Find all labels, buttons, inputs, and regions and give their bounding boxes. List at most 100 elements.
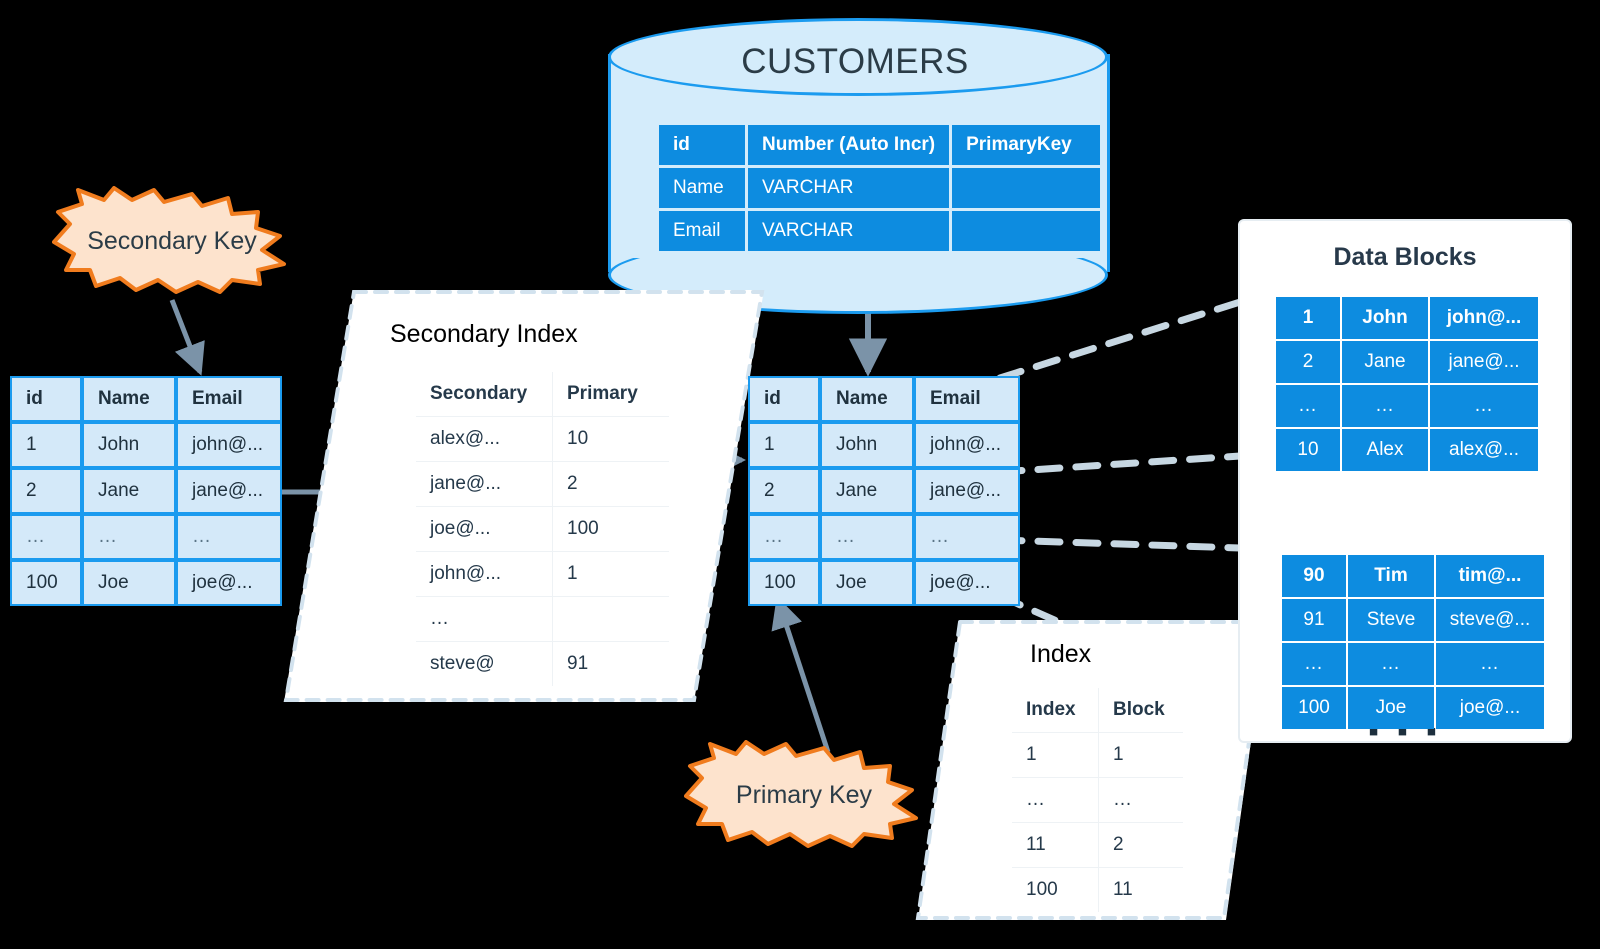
index-table-cell: 1: [1098, 732, 1183, 778]
dashed-link-2: [996, 452, 1244, 476]
middle-table-cell: jane@...: [914, 468, 1020, 514]
block2-cell: 90: [1282, 555, 1346, 597]
block2-cell: 100: [1282, 687, 1346, 729]
middle-table-cell: Joe: [820, 560, 914, 606]
customers-cell: Email: [659, 211, 745, 251]
left-table-cell: 1: [10, 422, 82, 468]
block2-cell: Joe: [1348, 687, 1434, 729]
block1-cell: Jane: [1342, 341, 1428, 383]
left-table-header: Email: [176, 376, 282, 422]
index-table-cell: …: [1098, 777, 1183, 823]
index-table-cell: 2: [1098, 822, 1183, 868]
table-row: 100 11: [1012, 867, 1183, 912]
secondary-index-cell: 100: [552, 506, 669, 552]
index-table-header: Block: [1098, 688, 1183, 733]
block2-cell: Tim: [1348, 555, 1434, 597]
middle-table-cell: joe@...: [914, 560, 1020, 606]
block1-cell: John: [1342, 297, 1428, 339]
secondary-index-cell: alex@...: [416, 416, 553, 462]
table-row: … … …: [10, 514, 282, 560]
customers-cell: id: [659, 125, 745, 165]
secondary-index-header: Secondary: [416, 372, 553, 417]
primary-key-label: Primary Key: [735, 780, 873, 809]
secondary-index-cell: 91: [567, 653, 589, 674]
left-table-cell: 100: [10, 560, 82, 606]
customers-cylinder: CUSTOMERS id Number (Auto Incr) PrimaryK…: [608, 18, 1110, 314]
index-table-cell: …: [1012, 777, 1099, 823]
left-table-cell: jane@...: [176, 468, 282, 514]
middle-table-cell: …: [820, 514, 914, 560]
arrow-secondarykey-to-left-table: [169, 299, 205, 376]
index-table-cell: 11: [1012, 822, 1099, 868]
customers-cell: VARCHAR: [748, 211, 950, 251]
secondary-index-cell: 10: [552, 416, 669, 462]
middle-table-header: Name: [820, 376, 914, 422]
diagram-canvas: CUSTOMERS id Number (Auto Incr) PrimaryK…: [0, 0, 1600, 949]
table-row: id Number (Auto Incr) PrimaryKey: [659, 125, 1101, 165]
table-row: 10 Alex alex@...: [1276, 429, 1538, 471]
table-row: 2 Jane jane@...: [748, 468, 1020, 514]
table-row: Secondary Primary: [416, 372, 669, 417]
block2-cell: tim@...: [1436, 555, 1544, 597]
block1-cell: …: [1342, 385, 1428, 427]
left-table-header: id: [10, 376, 82, 422]
data-block-2: 90 Tim tim@... 91 Steve steve@... … … … …: [1280, 553, 1546, 731]
secondary-key-callout: Secondary Key: [52, 186, 292, 296]
secondary-index-cell: joe@...: [416, 506, 553, 552]
left-table-cell: 2: [10, 468, 82, 514]
block1-cell: alex@...: [1430, 429, 1538, 471]
block1-cell: john@...: [1430, 297, 1538, 339]
table-row: 1 John john@...: [748, 422, 1020, 468]
secondary-index-cell: steve@: [416, 641, 553, 686]
block1-cell: 2: [1276, 341, 1340, 383]
middle-table-cell: 2: [748, 468, 820, 514]
left-table-header: Name: [82, 376, 176, 422]
index-table-cell: 100: [1012, 867, 1099, 912]
table-row: alex@... 10: [416, 416, 669, 462]
block2-cell: …: [1348, 643, 1434, 685]
secondary-index-cell: 2: [552, 461, 669, 507]
arrow-primarykey-to-middle-table: [771, 596, 831, 753]
table-row: Index Block: [1012, 688, 1183, 733]
customers-cell: Number (Auto Incr): [748, 125, 950, 165]
middle-clustered-table: id Name Email 1 John john@... 2 Jane jan…: [748, 376, 1020, 606]
secondary-index-cell: [552, 596, 669, 642]
table-row: joe@... 100: [416, 506, 669, 552]
table-row: id Name Email: [748, 376, 1020, 422]
index-title: Index: [1030, 640, 1092, 668]
table-row: 100 Joe joe@...: [10, 560, 282, 606]
left-table-cell: …: [82, 514, 176, 560]
table-row: 90 Tim tim@...: [1282, 555, 1544, 597]
table-row: 2 Jane jane@...: [1276, 341, 1538, 383]
block2-cell: steve@...: [1436, 599, 1544, 641]
table-row: 91 Steve steve@...: [1282, 599, 1544, 641]
secondary-index-cell: jane@...: [416, 461, 553, 507]
block2-cell: 91: [1282, 599, 1346, 641]
data-blocks-title: Data Blocks: [1333, 243, 1477, 271]
block1-cell: 10: [1276, 429, 1340, 471]
table-row: … … …: [748, 514, 1020, 560]
secondary-index-cell: …: [416, 596, 553, 642]
index-table: Index Block 1 1 … … 11 2 100 11: [1012, 688, 1183, 912]
middle-table-cell: 100: [748, 560, 820, 606]
table-row: 1 1: [1012, 732, 1183, 778]
customers-schema-table: id Number (Auto Incr) PrimaryKey Name VA…: [656, 122, 1103, 254]
block1-cell: …: [1276, 385, 1340, 427]
left-table-cell: john@...: [176, 422, 282, 468]
index-table-header: Index: [1012, 688, 1099, 733]
block2-cell: …: [1282, 643, 1346, 685]
left-table-cell: …: [176, 514, 282, 560]
index-table-cell: 1: [1012, 732, 1099, 778]
left-table-cell: John: [82, 422, 176, 468]
secondary-index-header: Primary: [552, 372, 669, 417]
dashed-link-3: [996, 536, 1244, 552]
left-table-cell: joe@...: [176, 560, 282, 606]
customers-cell: [952, 168, 1101, 208]
block1-cell: Alex: [1342, 429, 1428, 471]
table-row: Email VARCHAR: [659, 211, 1101, 251]
block2-cell: joe@...: [1436, 687, 1544, 729]
primary-key-callout: Primary Key: [684, 740, 924, 850]
customers-cell: PrimaryKey: [952, 125, 1101, 165]
table-row: jane@... 2: [416, 461, 669, 507]
middle-table-cell: 1: [748, 422, 820, 468]
